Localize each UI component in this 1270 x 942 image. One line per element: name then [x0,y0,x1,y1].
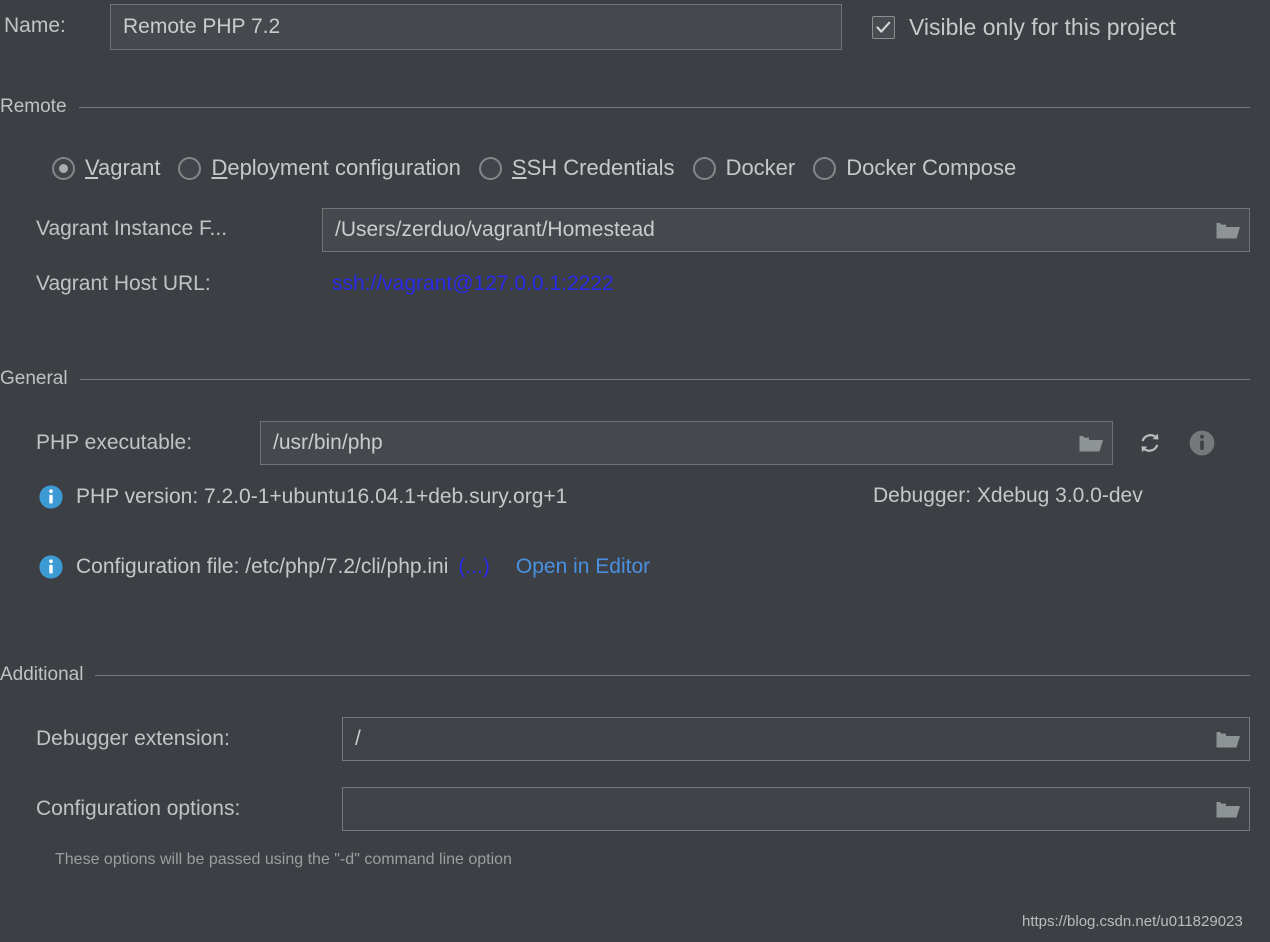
folder-icon [1216,222,1240,238]
additional-section-header: Additional [0,664,1250,686]
additional-section-divider [95,674,1250,676]
vagrant-instance-folder-label: Vagrant Instance F... [36,217,228,240]
config-file-row: Configuration file: /etc/php/7.2/cli/php… [38,554,650,580]
refresh-icon [1141,433,1159,453]
configuration-options-input[interactable] [342,787,1250,831]
folder-icon [1216,731,1240,747]
configuration-options-label: Configuration options: [36,797,241,820]
radio-docker[interactable]: Docker [692,155,796,181]
radio-ssh-credentials-rest: SH Credentials [526,155,675,180]
vagrant-instance-folder-value: /Users/zerduo/vagrant/Homestead [335,218,655,241]
radio-vagrant-label: Vagrant [85,155,160,181]
remote-section-divider [78,106,1250,108]
php-executable-value: /usr/bin/php [273,431,383,454]
general-section-divider [79,378,1250,380]
radio-vagrant-dot [59,163,68,173]
debugger-extension-input[interactable]: / [342,717,1250,761]
vagrant-instance-folder-input[interactable]: /Users/zerduo/vagrant/Homestead [322,208,1250,252]
php-executable-refresh-button[interactable] [1136,429,1164,457]
radio-ssh-credentials-circle[interactable] [478,156,502,180]
watermark: https://blog.csdn.net/u011829023 [1022,913,1243,930]
additional-section-title: Additional [0,664,84,685]
general-section-header: General [0,368,1250,390]
php-executable-label: PHP executable: [36,431,193,454]
debugger-extension-browse-button[interactable] [1211,724,1245,754]
info-icon [1189,430,1215,456]
radio-vagrant-circle[interactable] [52,156,75,180]
radio-deployment-configuration-rest: eployment configuration [227,155,461,180]
radio-deployment-configuration-mnemonic: D [211,155,228,180]
name-input[interactable]: Remote PHP 7.2 [110,4,842,50]
radio-docker-compose[interactable]: Docker Compose [813,155,1016,181]
vagrant-instance-folder-browse-button[interactable] [1211,215,1245,245]
radio-docker-compose-circle[interactable] [813,156,837,180]
radio-vagrant-rest: agrant [98,155,161,180]
config-file-text: Configuration file: /etc/php/7.2/cli/php… [76,555,449,578]
php-executable-input[interactable]: /usr/bin/php [260,421,1113,465]
debugger-text: Debugger: Xdebug 3.0.0-dev [873,484,1143,507]
remote-type-radio-group[interactable]: Vagrant Deployment configuration SSH Cre… [52,155,1016,181]
open-in-editor-link[interactable]: Open in Editor [516,555,650,579]
radio-docker-compose-label: Docker Compose [846,155,1017,180]
vagrant-host-url-value[interactable]: ssh://vagrant@127.0.0.1:2222 [332,272,614,296]
remote-section-header: Remote [0,96,1250,118]
configuration-options-hint: These options will be passed using the "… [55,851,512,868]
radio-vagrant[interactable]: Vagrant [52,155,160,181]
vagrant-host-url-label: Vagrant Host URL: [36,272,211,295]
visible-only-checkbox-label: Visible only for this project [909,14,1176,40]
config-file-more-link[interactable]: (...) [458,555,490,579]
debugger-extension-value: / [355,727,361,750]
radio-vagrant-mnemonic: V [85,155,99,180]
name-input-value: Remote PHP 7.2 [123,15,281,38]
radio-docker-label: Docker [725,155,796,180]
visible-only-checkbox[interactable] [872,16,895,39]
remote-section-title: Remote [0,96,67,117]
debugger-extension-label: Debugger extension: [36,727,230,750]
radio-deployment-configuration[interactable]: Deployment configuration [178,155,461,181]
info-icon [39,485,63,509]
visible-only-checkbox-row[interactable]: Visible only for this project [872,14,1176,41]
folder-icon [1079,435,1103,451]
radio-deployment-configuration-label: Deployment configuration [211,155,460,181]
name-label: Name: [4,14,66,37]
general-section-title: General [0,368,68,389]
php-executable-browse-button[interactable] [1074,428,1108,458]
php-version-row: PHP version: 7.2.0-1+ubuntu16.04.1+deb.s… [38,484,567,510]
php-version-text: PHP version: 7.2.0-1+ubuntu16.04.1+deb.s… [76,485,568,508]
radio-ssh-credentials[interactable]: SSH Credentials [478,155,675,181]
radio-docker-circle[interactable] [692,156,716,180]
check-icon [876,21,891,33]
folder-icon [1216,801,1240,817]
configuration-options-browse-button[interactable] [1211,794,1245,824]
radio-deployment-configuration-circle[interactable] [178,156,202,180]
php-executable-info-button[interactable] [1188,429,1216,457]
info-icon [39,555,63,579]
radio-ssh-credentials-label: SSH Credentials [512,155,675,181]
radio-ssh-credentials-mnemonic: S [511,155,527,180]
